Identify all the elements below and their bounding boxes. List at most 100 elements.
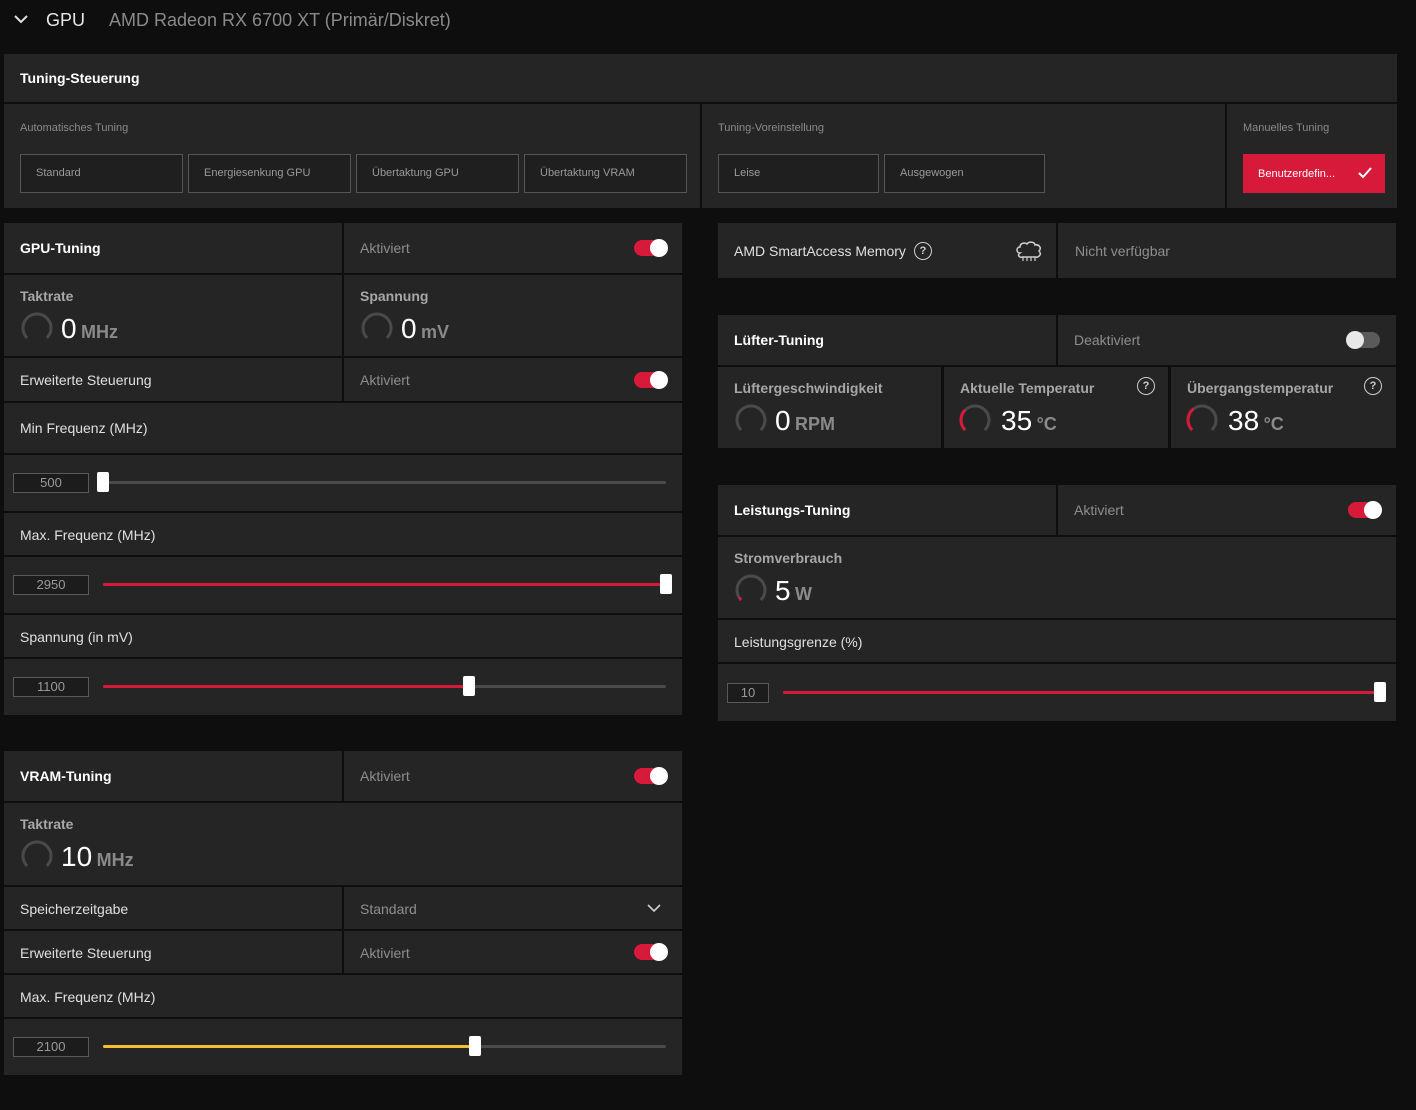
power-tuning-toggle[interactable] xyxy=(1348,501,1382,519)
preset-quiet-button[interactable]: Leise xyxy=(718,154,879,193)
fan-speed-gauge-icon xyxy=(735,404,767,436)
gpu-clock-unit: MHz xyxy=(81,322,119,342)
gpu-voltage-thumb[interactable] xyxy=(462,676,475,696)
gpu-max-freq-slider[interactable] xyxy=(103,574,672,594)
fan-speed-value: 0 xyxy=(775,405,791,436)
gpu-clock-gauge-icon xyxy=(21,312,53,344)
gpu-voltage-slider-label-row: Spannung (in mV) xyxy=(4,615,682,657)
fan-tuning-toggle-row: Deaktiviert xyxy=(1058,315,1396,365)
gpu-min-freq-slider[interactable] xyxy=(97,472,666,492)
gpu-max-freq-label: Max. Frequenz (MHz) xyxy=(20,527,156,543)
device-name: AMD Radeon RX 6700 XT (Primär/Diskret) xyxy=(109,10,451,30)
preset-tuning-label: Tuning-Voreinstellung xyxy=(718,122,824,134)
vram-max-freq-slider-row: 2100 xyxy=(4,1019,682,1075)
vram-tuning-title: VRAM-Tuning xyxy=(20,768,112,784)
help-icon[interactable]: ? xyxy=(914,242,932,260)
power-limit-input[interactable]: 10 xyxy=(727,683,769,703)
gpu-min-freq-label-row: Min Frequenz (MHz) xyxy=(4,403,682,453)
manual-tuning-section: Manuelles Tuning Benutzerdefin... xyxy=(1227,104,1397,208)
power-limit-slider[interactable] xyxy=(783,682,1386,702)
power-limit-thumb[interactable] xyxy=(1374,682,1386,702)
current-temp-metric: Aktuelle Temperatur ? 35 °C xyxy=(944,367,1168,448)
power-limit-slider-row: 10 xyxy=(718,664,1396,721)
vram-timing-label-row: Speicherzeitgabe xyxy=(4,887,342,929)
auto-overclock-gpu-button[interactable]: Übertaktung GPU xyxy=(356,154,519,193)
help-icon[interactable]: ? xyxy=(1364,377,1382,395)
gpu-tuning-title: GPU-Tuning xyxy=(20,240,101,256)
power-tuning-title: Leistungs-Tuning xyxy=(734,502,851,518)
custom-tuning-label: Benutzerdefin... xyxy=(1258,168,1336,180)
auto-standard-button[interactable]: Standard xyxy=(20,154,183,193)
auto-tuning-label: Automatisches Tuning xyxy=(20,122,129,134)
gpu-voltage-slider-label: Spannung (in mV) xyxy=(20,629,133,645)
help-icon[interactable]: ? xyxy=(1137,377,1155,395)
junction-temp-unit: °C xyxy=(1263,414,1284,434)
fan-speed-metric: Lüftergeschwindigkeit 0 RPM xyxy=(718,367,941,448)
vram-advanced-status: Aktiviert xyxy=(360,945,410,961)
gpu-max-freq-slider-row: 2950 xyxy=(4,557,682,613)
junction-temp-label: Übergangstemperatur xyxy=(1187,380,1334,396)
gpu-min-freq-slider-row: 500 xyxy=(4,455,682,511)
gpu-clock-label: Taktrate xyxy=(20,288,74,304)
gpu-max-freq-thumb[interactable] xyxy=(660,574,672,594)
gpu-clock-metric: Taktrate 0 MHz xyxy=(4,275,342,356)
gpu-advanced-toggle[interactable] xyxy=(634,371,668,389)
gpu-tuning-toggle-row: Aktiviert xyxy=(344,223,682,273)
smart-access-label: AMD SmartAccess Memory xyxy=(734,243,906,259)
junction-temp-metric: Übergangstemperatur ? 38 °C xyxy=(1171,367,1396,448)
gpu-min-freq-thumb[interactable] xyxy=(97,472,109,492)
vram-max-freq-label-row: Max. Frequenz (MHz) xyxy=(4,975,682,1017)
vram-advanced-label: Erweiterte Steuerung xyxy=(20,945,152,961)
gpu-tuning-toggle[interactable] xyxy=(634,239,668,257)
section-title: GPU xyxy=(46,10,86,30)
current-temp-label: Aktuelle Temperatur xyxy=(960,380,1095,396)
vram-timing-dropdown[interactable]: Standard xyxy=(344,887,682,929)
preset-balanced-button[interactable]: Ausgewogen xyxy=(884,154,1045,193)
auto-tuning-section: Automatisches Tuning Standard Energiesen… xyxy=(4,104,700,208)
gpu-tuning-header: GPU-Tuning xyxy=(4,223,342,273)
smart-access-status-row: Nicht verfügbar xyxy=(1058,223,1396,278)
manual-tuning-label: Manuelles Tuning xyxy=(1243,122,1330,134)
power-usage-unit: W xyxy=(795,584,813,604)
gpu-min-freq-label: Min Frequenz (MHz) xyxy=(20,420,148,436)
vram-clock-label: Taktrate xyxy=(20,816,74,832)
current-temp-value: 35 xyxy=(1001,405,1033,436)
power-usage-label: Stromverbrauch xyxy=(734,550,843,566)
gpu-advanced-toggle-row: Aktiviert xyxy=(344,358,682,401)
fan-speed-label: Lüftergeschwindigkeit xyxy=(734,380,883,396)
fan-tuning-header: Lüfter-Tuning xyxy=(718,315,1056,365)
gpu-voltage-slider[interactable] xyxy=(103,676,666,696)
vram-advanced-toggle[interactable] xyxy=(634,943,668,961)
power-limit-label-row: Leistungsgrenze (%) xyxy=(718,620,1396,662)
collapse-chevron-icon[interactable] xyxy=(12,10,30,28)
junction-temp-value: 38 xyxy=(1228,405,1260,436)
vram-clock-value: 10 xyxy=(61,841,93,872)
auto-overclock-vram-button[interactable]: Übertaktung VRAM xyxy=(524,154,687,193)
vram-tuning-header: VRAM-Tuning xyxy=(4,751,342,801)
checkmark-icon xyxy=(1357,166,1373,185)
vram-tuning-toggle[interactable] xyxy=(634,767,668,785)
vram-max-freq-input[interactable]: 2100 xyxy=(13,1037,89,1057)
vram-clock-unit: MHz xyxy=(96,850,134,870)
preset-tuning-section: Tuning-Voreinstellung Leise Ausgewogen xyxy=(702,104,1225,208)
vram-tuning-status: Aktiviert xyxy=(360,768,410,784)
custom-tuning-button[interactable]: Benutzerdefin... xyxy=(1243,154,1385,193)
vram-clock-metric: Taktrate 10 MHz xyxy=(4,803,682,885)
gpu-tuning-status: Aktiviert xyxy=(360,240,410,256)
auto-undervolt-gpu-button[interactable]: Energiesenkung GPU xyxy=(188,154,351,193)
vram-tuning-toggle-row: Aktiviert xyxy=(344,751,682,801)
gpu-max-freq-input[interactable]: 2950 xyxy=(13,575,89,595)
gpu-voltage-input[interactable]: 1100 xyxy=(13,677,89,697)
gpu-voltage-label: Spannung xyxy=(360,288,429,304)
vram-advanced-toggle-row: Aktiviert xyxy=(344,931,682,973)
smart-access-memory-row: AMD SmartAccess Memory ? xyxy=(718,223,1056,278)
power-tuning-toggle-row: Aktiviert xyxy=(1058,485,1396,535)
vram-max-freq-thumb[interactable] xyxy=(468,1036,481,1056)
fan-tuning-toggle[interactable] xyxy=(1346,331,1380,349)
gpu-voltage-slider-row: 1100 xyxy=(4,659,682,715)
vram-max-freq-slider[interactable] xyxy=(103,1036,666,1056)
gpu-min-freq-input[interactable]: 500 xyxy=(13,473,89,493)
gpu-advanced-label: Erweiterte Steuerung xyxy=(20,372,152,388)
power-tuning-status: Aktiviert xyxy=(1074,502,1124,518)
fan-speed-unit: RPM xyxy=(795,414,836,434)
